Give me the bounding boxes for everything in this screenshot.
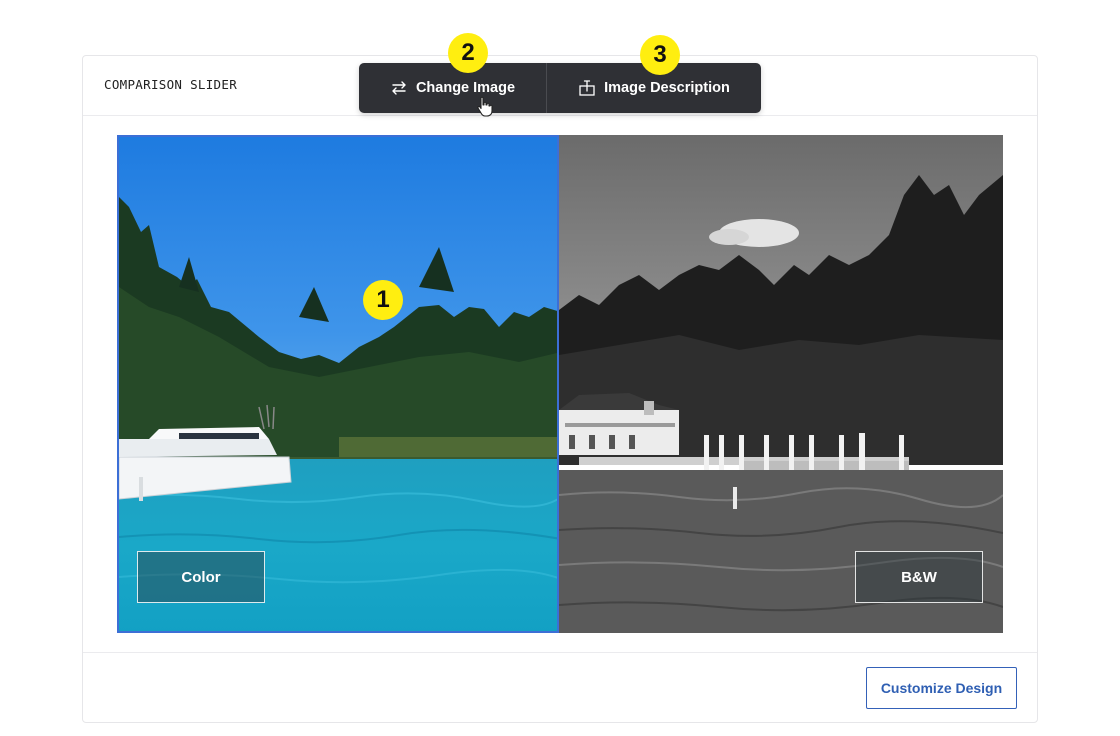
change-image-button[interactable]: Change Image bbox=[359, 63, 547, 113]
image-toolbar: Change Image Image Description bbox=[359, 63, 761, 113]
card-title: COMPARISON SLIDER bbox=[104, 77, 238, 92]
change-image-label: Change Image bbox=[415, 80, 516, 96]
text-box-icon bbox=[579, 80, 595, 96]
annotation-badge-3: 3 bbox=[640, 35, 680, 75]
bw-label: B&W bbox=[855, 551, 983, 603]
customize-design-button[interactable]: Customize Design bbox=[866, 667, 1017, 709]
annotation-badge-2: 2 bbox=[448, 33, 488, 73]
hand-cursor-icon bbox=[477, 96, 493, 117]
card-footer: Customize Design bbox=[83, 652, 1037, 722]
image-description-label: Image Description bbox=[604, 80, 730, 96]
color-label: Color bbox=[137, 551, 265, 603]
comparison-slider[interactable]: Color B&W bbox=[117, 135, 1003, 633]
annotation-badge-1: 1 bbox=[363, 280, 403, 320]
swap-arrows-icon bbox=[392, 81, 406, 95]
